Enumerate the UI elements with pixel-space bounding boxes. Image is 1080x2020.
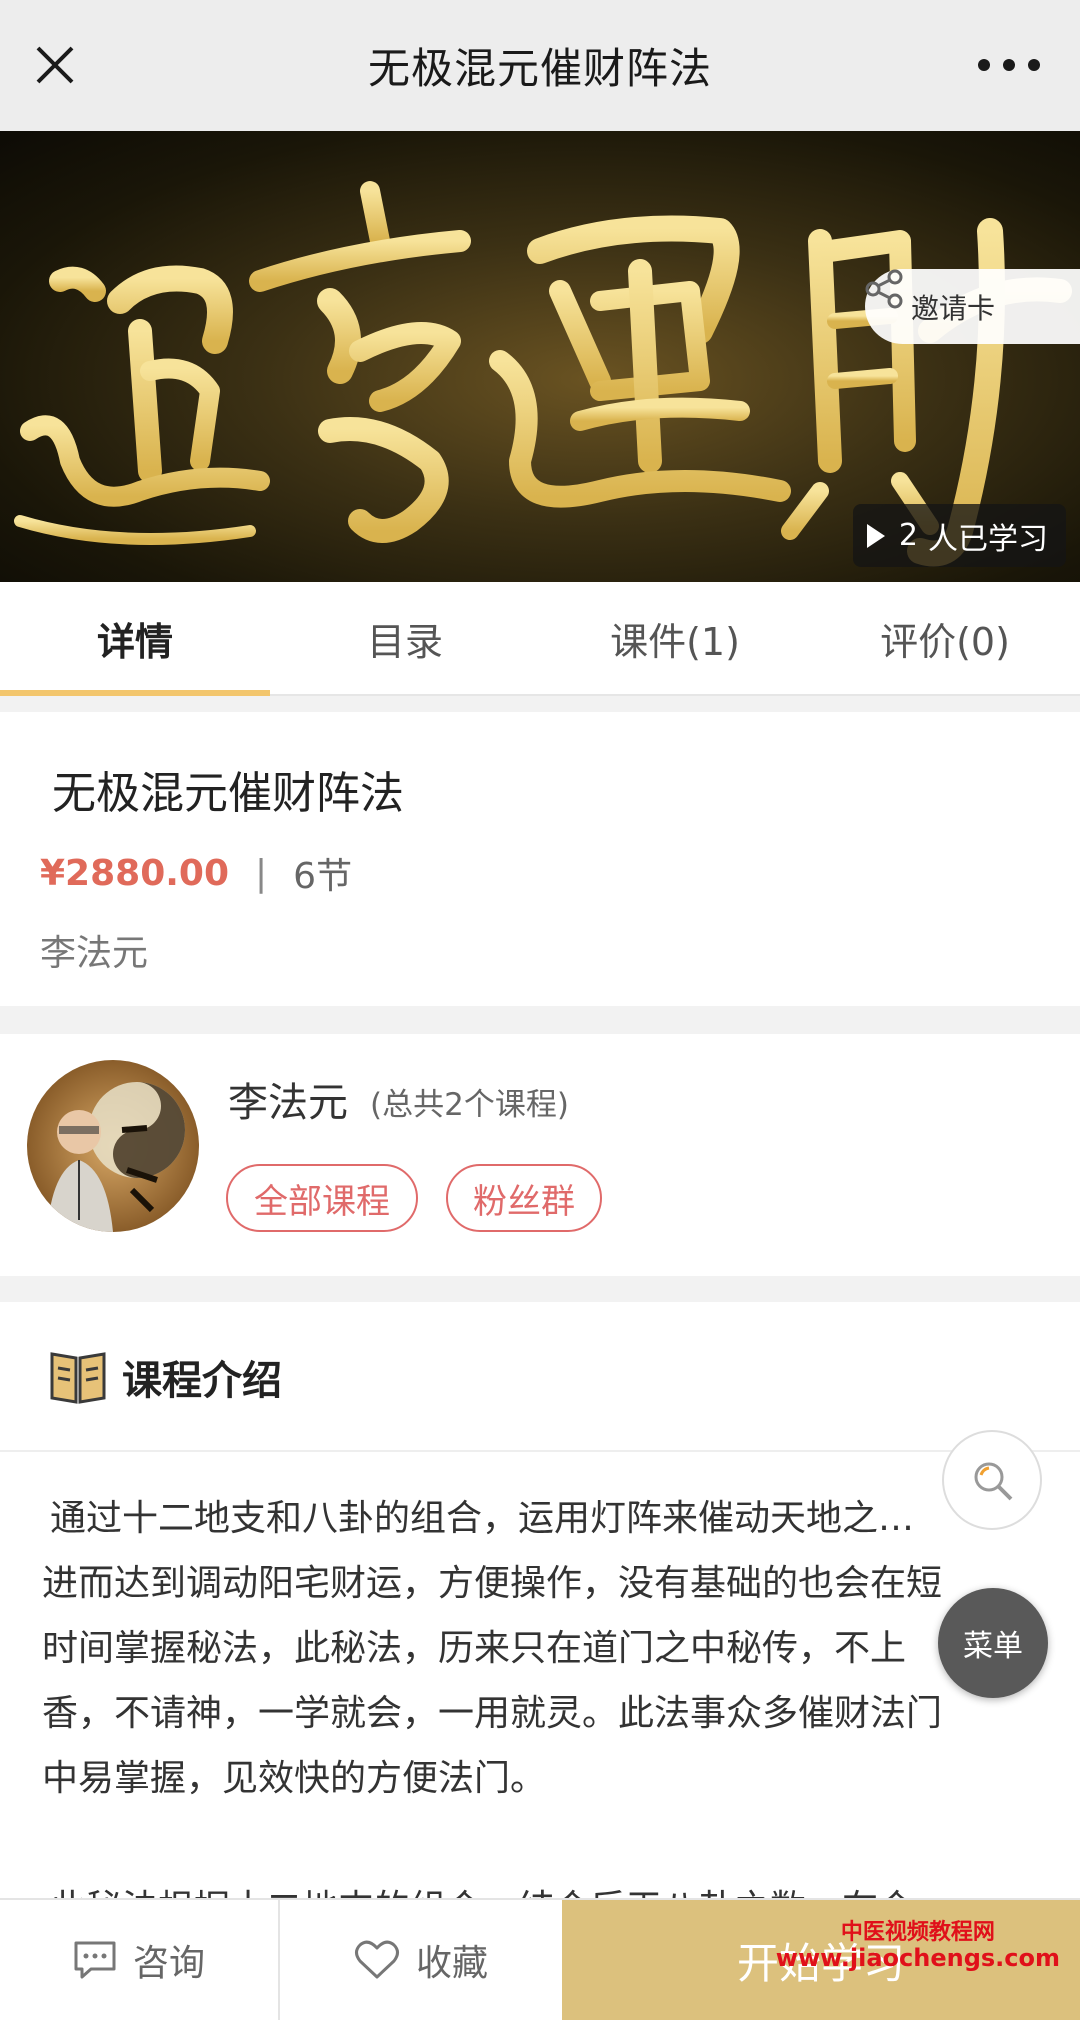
avatar[interactable]: [27, 1060, 199, 1232]
learners-suffix: 人已学习: [928, 521, 1048, 557]
favorite-button[interactable]: 收藏: [280, 1900, 562, 2020]
close-icon[interactable]: [30, 40, 80, 90]
learners-count: 2: [898, 518, 918, 553]
intro-heading: 课程介绍: [122, 1358, 282, 1404]
teacher-course-count: (总共2个课程): [370, 1087, 569, 1123]
price-row: ¥2880.00 | 6节: [40, 847, 352, 899]
intro-line: 香，不请神，一学就会，一用就灵。此法事众多催财法门: [42, 1693, 943, 1734]
share-icon: [865, 269, 903, 309]
consult-button[interactable]: 咨询: [0, 1900, 280, 2020]
bottom-action-bar: 咨询 收藏 开始学习 中医视频教程网 www.jiaochengs.com: [0, 1898, 1080, 2020]
tab-bar: 详情 目录 课件(1) 评价(0): [0, 582, 1080, 696]
tab-catalog[interactable]: 目录: [270, 582, 540, 694]
intro-body: 通过十二地支和八卦的组合，运用灯阵来催动天地之… 进而达到调动阳宅财运，方便操作…: [42, 1486, 1032, 1941]
teacher-name: 李法元: [228, 1080, 348, 1126]
course-teacher: 李法元: [40, 933, 149, 974]
teacher-card: 李法元 (总共2个课程) 全部课程 粉丝群: [0, 1034, 1080, 1276]
heart-icon: [354, 1939, 400, 1981]
watermark-line1: 中医视频教程网: [840, 1920, 995, 1945]
top-nav-bar: 无极混元催财阵法: [0, 0, 1080, 131]
learners-badge: 2 人已学习: [852, 504, 1066, 567]
fans-group-button[interactable]: 粉丝群: [446, 1164, 602, 1232]
intro-line: 进而达到调动阳宅财运，方便操作，没有基础的也会在短: [42, 1563, 943, 1604]
search-fab[interactable]: [942, 1430, 1042, 1530]
invite-card-label: 邀请卡: [911, 291, 996, 325]
more-dots-icon[interactable]: [978, 55, 1040, 75]
course-banner: 邀请卡 2 人已学习: [0, 131, 1080, 582]
watermark: 中医视频教程网 www.jiaochengs.com: [776, 1920, 1060, 1973]
consult-label: 咨询: [132, 1943, 205, 1984]
chat-icon: [73, 1940, 117, 1980]
play-icon: [866, 523, 885, 548]
tab-courseware[interactable]: 课件(1): [540, 582, 810, 694]
lesson-count: 6节: [293, 856, 353, 897]
invite-card-button[interactable]: 邀请卡: [865, 269, 1080, 344]
intro-line: 中易掌握，见效快的方便法门。: [42, 1758, 547, 1799]
start-learning-button[interactable]: 开始学习 中医视频教程网 www.jiaochengs.com: [562, 1900, 1080, 2020]
separator: |: [255, 852, 268, 894]
search-icon: [974, 1462, 1013, 1501]
watermark-line2: www.jiaochengs.com: [775, 1944, 1060, 1973]
tab-details[interactable]: 详情: [0, 582, 270, 696]
book-icon: [50, 1352, 106, 1404]
intro-header: 课程介绍: [0, 1302, 1080, 1452]
all-courses-button[interactable]: 全部课程: [226, 1164, 418, 1232]
favorite-label: 收藏: [415, 1943, 488, 1984]
course-title: 无极混元催财阵法: [52, 768, 404, 819]
intro-line: 时间掌握秘法，此秘法，历来只在道门之中秘传，不上: [42, 1628, 907, 1669]
page-title: 无极混元催财阵法: [367, 44, 712, 93]
menu-fab[interactable]: 菜单: [938, 1588, 1048, 1698]
intro-line: 通过十二地支和八卦的组合，运用灯阵来催动天地之…: [50, 1498, 915, 1539]
course-price: ¥2880.00: [40, 852, 230, 894]
course-info-card: 无极混元催财阵法 ¥2880.00 | 6节 李法元: [0, 712, 1080, 1006]
tab-reviews[interactable]: 评价(0): [810, 582, 1080, 694]
